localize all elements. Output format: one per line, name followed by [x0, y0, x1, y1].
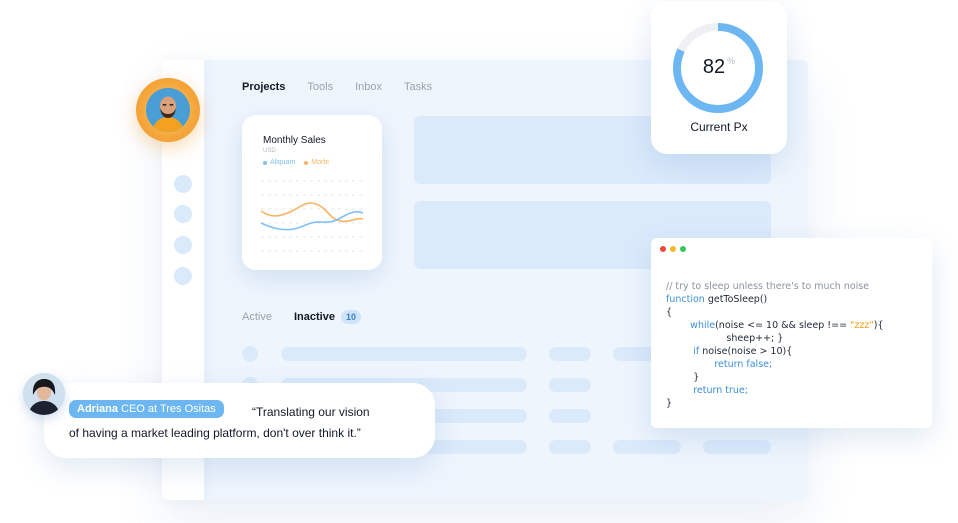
gauge-value: 82% — [651, 56, 787, 79]
code-editor-card: // try to sleep unless there's to much n… — [651, 238, 932, 428]
testimonial-quote-line-2: of having a market leading platform, don… — [69, 426, 361, 440]
sidebar-item-3[interactable] — [174, 236, 192, 254]
code-line-2: function getToSleep() — [666, 294, 768, 305]
code-block: // try to sleep unless there's to much n… — [666, 280, 884, 410]
row-bar — [549, 378, 591, 392]
code-line-5: sheep++; } — [726, 333, 784, 344]
tab-tools[interactable]: Tools — [307, 81, 333, 93]
row-bar — [613, 440, 681, 454]
window-maximize-dot[interactable] — [680, 246, 686, 252]
code-line-4: while(noise <= 10 && sleep !== "zzz"){ — [690, 320, 884, 331]
code-line-10: } — [666, 398, 673, 409]
status-tabs: Active Inactive 10 — [242, 310, 361, 324]
testimonial-quote-line-1: “Translating our vision — [252, 405, 370, 419]
tab-inbox[interactable]: Inbox — [355, 81, 382, 93]
woman-portrait-icon — [23, 373, 65, 415]
window-close-dot[interactable] — [660, 246, 666, 252]
code-line-8: } — [693, 372, 700, 383]
code-line-6: if noise(noise > 10){ — [693, 346, 793, 357]
code-line-7: return false; — [714, 359, 773, 370]
avatar[interactable] — [136, 78, 200, 142]
code-line-9: return true; — [693, 385, 748, 396]
inactive-count-badge: 10 — [340, 310, 361, 324]
sales-line-chart — [260, 180, 364, 252]
sidebar-item-2[interactable] — [174, 205, 192, 223]
gauge-label: Current Px — [690, 120, 748, 134]
code-line-3: { — [666, 307, 673, 318]
testimonial-name: Adriana — [77, 403, 118, 415]
sidebar-item-4[interactable] — [174, 267, 192, 285]
avatar-photo — [146, 88, 190, 132]
monthly-sales-card: Monthly Sales USD Aliquam Morbi — [242, 115, 382, 270]
tab-inactive[interactable]: Inactive 10 — [294, 310, 361, 324]
man-portrait-icon — [146, 88, 190, 132]
series-line-morbi — [260, 202, 364, 223]
testimonial-role: CEO at Tres Ositas — [117, 403, 216, 415]
window-minimize-dot[interactable] — [670, 246, 676, 252]
code-line-1: // try to sleep unless there's to much n… — [666, 281, 870, 292]
testimonial-card: Adriana CEO at Tres Ositas “Translating … — [44, 383, 435, 458]
testimonial-avatar — [23, 373, 65, 415]
row-bar — [281, 347, 527, 361]
nav-tabs: Projects Tools Inbox Tasks — [242, 81, 432, 93]
row-bar — [549, 440, 591, 454]
gauge-number: 82 — [702, 56, 726, 78]
row-bar — [549, 347, 591, 361]
current-px-gauge-card: 82% Current Px — [651, 1, 787, 154]
tab-active[interactable]: Active — [242, 311, 272, 323]
sidebar-item-1[interactable] — [174, 175, 192, 193]
row-bar — [549, 409, 591, 423]
gauge-unit: % — [727, 56, 736, 66]
tab-inactive-label: Inactive — [293, 311, 335, 323]
tab-tasks[interactable]: Tasks — [404, 81, 432, 93]
row-avatar-placeholder — [242, 346, 258, 362]
row-bar — [703, 440, 771, 454]
testimonial-author-pill: Adriana CEO at Tres Ositas — [69, 400, 224, 418]
tab-projects[interactable]: Projects — [242, 81, 285, 93]
